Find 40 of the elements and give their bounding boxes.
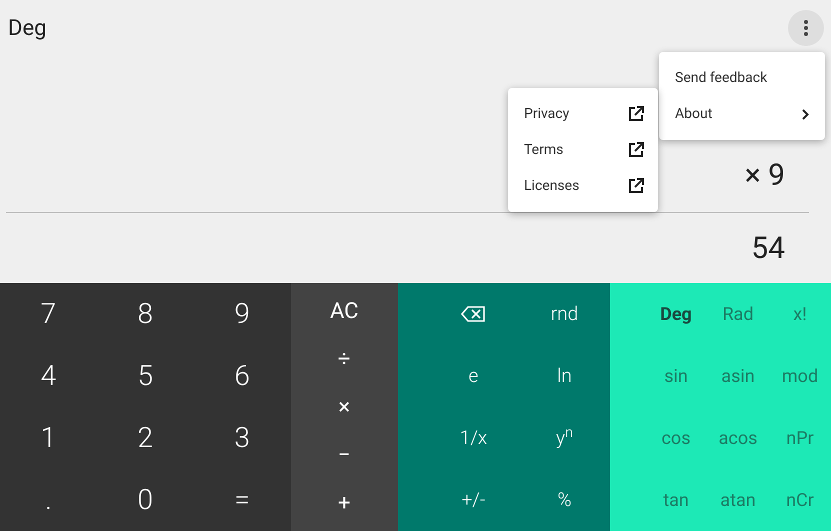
number-key[interactable]: 8 <box>96 283 194 345</box>
menu-item[interactable]: Licenses <box>508 168 658 204</box>
operator-key[interactable]: × <box>290 390 398 424</box>
menu-item[interactable]: Privacy <box>508 96 658 132</box>
function-key[interactable]: % <box>518 469 610 531</box>
menu-item[interactable]: About <box>659 96 825 132</box>
number-key[interactable]: 0 <box>96 469 194 531</box>
angle-mode-label: Deg <box>8 14 46 42</box>
function-key[interactable]: +/- <box>428 469 519 531</box>
chevron-right-icon <box>802 108 809 120</box>
function-key[interactable]: e <box>428 345 519 407</box>
number-key[interactable]: = <box>194 469 290 531</box>
scientific-key[interactable]: Deg <box>645 283 707 345</box>
number-key[interactable]: 2 <box>96 407 194 469</box>
menu-item[interactable]: Terms <box>508 132 658 168</box>
function-key[interactable]: ln <box>518 345 610 407</box>
result-display: 54 <box>751 230 785 268</box>
expression-line: × 9 <box>744 160 785 192</box>
operator-key[interactable]: + <box>290 486 398 520</box>
function-key[interactable]: rnd <box>518 283 610 345</box>
external-link-icon <box>628 142 644 158</box>
external-link-icon <box>628 178 644 194</box>
operator-key[interactable]: ÷ <box>290 342 398 376</box>
menu-item[interactable]: Send feedback <box>659 60 825 96</box>
number-key[interactable]: . <box>0 469 97 531</box>
number-key[interactable]: 9 <box>194 283 290 345</box>
number-key[interactable]: 3 <box>194 407 290 469</box>
number-key[interactable]: 1 <box>0 407 97 469</box>
number-key[interactable]: 6 <box>194 345 290 407</box>
number-key[interactable]: 5 <box>96 345 194 407</box>
backspace-icon <box>461 306 486 322</box>
number-key[interactable]: 7 <box>0 283 97 345</box>
operator-key[interactable]: AC <box>290 294 398 328</box>
external-link-icon <box>628 106 644 122</box>
function-key[interactable]: 1/x <box>428 407 519 469</box>
operator-key[interactable]: − <box>290 438 398 472</box>
number-key[interactable]: 4 <box>0 345 97 407</box>
more-options-button[interactable] <box>788 10 824 46</box>
function-key[interactable]: y$^{n}$ <box>518 407 610 469</box>
more-vertical-icon <box>804 20 808 36</box>
